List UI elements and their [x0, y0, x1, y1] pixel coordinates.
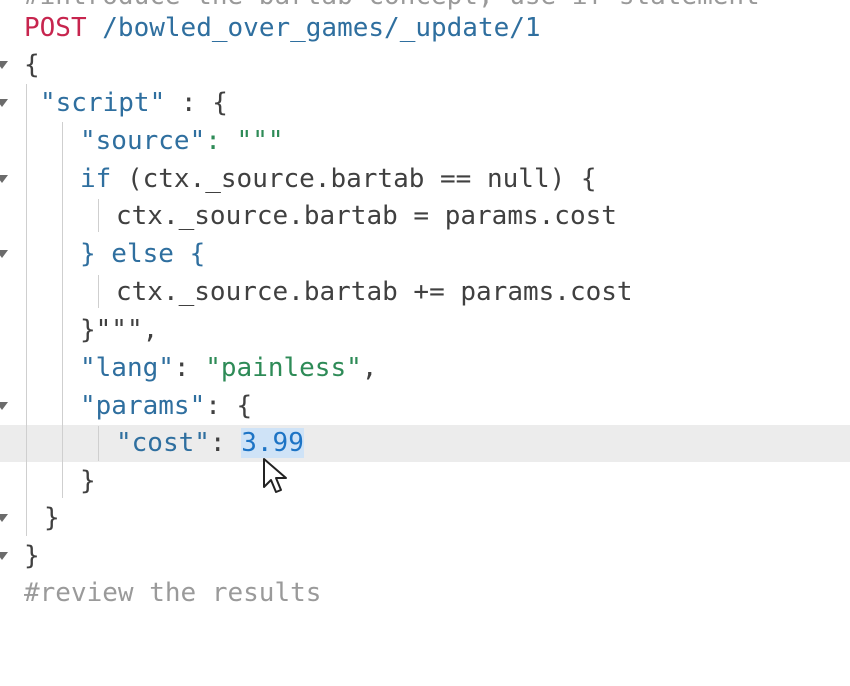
indent-guide [98, 426, 99, 461]
cost-value-selected[interactable]: 3.99 [241, 428, 304, 458]
cost-sep: : [209, 428, 242, 458]
code-line-12[interactable]: } [0, 463, 850, 500]
request-line[interactable]: POST /bowled_over_games/_update/1 [0, 10, 850, 47]
code-line-1[interactable]: { [0, 47, 850, 84]
code-line-9[interactable]: "lang": "painless", [0, 350, 850, 387]
lang-sep: : [173, 353, 206, 383]
code-line-11-active[interactable]: "cost": 3.99 [0, 425, 850, 462]
indent-guide [98, 275, 99, 308]
else-statement: } else { [80, 239, 206, 269]
code-line-8[interactable]: }""", [0, 312, 850, 349]
fold-arrow-icon[interactable] [0, 61, 8, 69]
fold-arrow-icon[interactable] [0, 552, 8, 560]
script-key: "script" [40, 88, 166, 118]
if-condition: (ctx._source.bartab == null) { [111, 164, 597, 194]
source-open: : """ [205, 126, 284, 156]
code-line-7[interactable]: ctx._source.bartab += params.cost [0, 274, 850, 311]
close-root-brace: } [24, 541, 40, 571]
params-key: "params" [80, 391, 206, 421]
code-line-13[interactable]: } [0, 500, 850, 537]
comment-line-bottom: #review the results [0, 575, 850, 612]
code-line-5[interactable]: ctx._source.bartab = params.cost [0, 198, 850, 235]
code-line-3[interactable]: "source": """ [0, 123, 850, 160]
comment-text: #review the results [24, 578, 322, 608]
fold-arrow-icon[interactable] [0, 99, 8, 107]
assign-statement: ctx._source.bartab = params.cost [116, 201, 617, 231]
code-line-2[interactable]: "script" : { [0, 85, 850, 122]
code-line-4[interactable]: if (ctx._source.bartab == null) { [0, 161, 850, 198]
close-params-brace: } [80, 466, 96, 496]
http-method: POST [24, 13, 87, 43]
code-line-10[interactable]: "params": { [0, 388, 850, 425]
code-line-6[interactable]: } else { [0, 236, 850, 273]
request-path: /bowled_over_games/_update/1 [102, 13, 541, 43]
lang-value: "painless" [205, 353, 362, 383]
mouse-pointer-icon [263, 458, 287, 493]
source-close: }""", [80, 315, 159, 345]
params-sep: : { [205, 391, 253, 421]
fold-arrow-icon[interactable] [0, 402, 8, 410]
lang-comma: , [361, 353, 378, 383]
fold-arrow-icon[interactable] [0, 250, 8, 258]
script-sep: : { [165, 88, 228, 118]
fold-arrow-icon[interactable] [0, 175, 8, 183]
source-key: "source" [80, 126, 206, 156]
cost-key: "cost" [116, 428, 210, 458]
fold-arrow-icon[interactable] [0, 514, 8, 522]
if-keyword: if [80, 164, 112, 194]
lang-key: "lang" [80, 353, 174, 383]
close-script-brace: } [44, 503, 60, 533]
add-assign-statement: ctx._source.bartab += params.cost [116, 277, 633, 307]
indent-guide [98, 199, 99, 232]
open-brace: { [24, 50, 40, 80]
code-editor[interactable]: #introduce the bartab concept, use if st… [0, 0, 850, 608]
indent-guide [62, 122, 63, 498]
indent-guide [26, 84, 27, 536]
code-line-14[interactable]: } [0, 538, 850, 575]
